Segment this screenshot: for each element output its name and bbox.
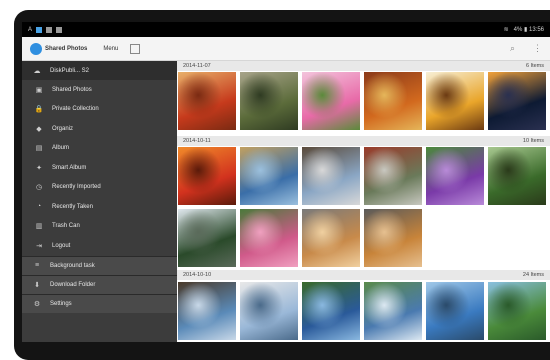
photo-thumbnail-lake-statue[interactable] [239,146,299,206]
more-vert-icon[interactable]: ⋮ [533,43,542,54]
date-group-header[interactable]: 2014-10-10 24 Items [177,270,550,280]
gear-icon: ⚙ [33,300,41,308]
photo-thumbnail-green-hill[interactable] [487,281,547,341]
sidebar-item-label: Smart Album [52,164,87,171]
sidebar-item-organiz[interactable]: ◆ Organiz [22,119,177,139]
sidebar-item-label: DiskPubli... S2 [50,67,90,74]
photo-thumbnail-autumn-tree[interactable] [363,71,423,131]
app-icon [56,26,63,33]
photo-thumbnail-island-coast[interactable] [363,281,423,341]
photo-thumbnail-red-maple[interactable] [177,146,237,206]
photo-thumbnail-buddha-statue[interactable] [239,71,299,131]
photo-thumbnail-blue-lake[interactable] [425,281,485,341]
sidebar-item-smart-album[interactable]: ✦ Smart Album [22,158,177,178]
group-count: 6 Items [525,63,544,69]
clock-icon: ◔ [36,203,42,211]
sidebar-item-trash-can[interactable]: ▥ Trash Can [22,217,177,237]
sidebar-item-label: Logout [52,242,71,249]
photo-thumbnail-pine-tree[interactable] [177,208,237,268]
sidebar-item-diskpubli-s2[interactable]: ☁ DiskPubli... S2 [22,61,177,80]
status-right-text: 4% ▮ 13:56 [513,27,544,33]
group-date: 2014-10-11 [183,138,211,144]
app-logo-icon[interactable] [30,42,42,55]
photo-thumbnail-sea-bare-tree[interactable] [177,281,237,341]
photo-thumbnail-purple-flowers[interactable] [425,146,485,206]
lock-icon: 🔒 [34,106,44,114]
smart-album-icon: ✦ [36,164,42,172]
sidebar-item-label: Settings [50,300,72,307]
sidebar-item-private-collection[interactable]: 🔒 Private Collection [22,100,177,120]
album-icon: ▤ [35,145,43,153]
photo-icon: ▣ [35,86,43,94]
photo-thumbnail-ferry-boat[interactable] [239,281,299,341]
sidebar-item-label: Album [52,145,70,152]
status-bar: A ≋ 4% ▮ 13:56 [22,22,550,37]
group-count: 10 Items [522,138,544,144]
photo-thumbnail-shrine-gate[interactable] [363,146,423,206]
sidebar-item-label: Private Collection [52,106,99,113]
sidebar-item-label: Download Folder [50,281,96,288]
date-group-header[interactable]: 2014-11-07 6 Items [177,61,550,71]
sidebar-item-recently-imported[interactable]: ◷ Recently Imported [22,178,177,198]
photo-thumbnail-red-autumn-leaves[interactable] [177,71,237,131]
group-date: 2014-10-10 [183,272,212,278]
sidebar-item-label: Recently Imported [52,184,101,191]
group-count: 24 Items [522,272,544,278]
download-icon: ⬇ [34,281,40,289]
app-bar: Shared Photos Menu ⌕ ⋮ [22,37,550,61]
sidebar-item-settings[interactable]: ⚙ Settings [22,293,177,313]
group-date: 2014-11-07 [183,63,211,69]
sidebar-item-label: Background task [50,262,95,269]
sidebar-item-label: Trash Can [52,223,80,230]
photo-thumbnail-japanese-house[interactable] [301,146,361,206]
photo-thumbnail-pink-garden-flowers[interactable] [239,208,299,268]
task-icon: ≡ [34,262,40,269]
sidebar-item-label: Shared Photos [52,86,92,93]
folder-icon: ◆ [36,125,42,133]
import-icon: ◷ [35,184,43,192]
photo-thumbnail-shiba-dog[interactable] [301,208,361,268]
photo-thumbnail-pink-flowers[interactable] [301,71,361,131]
sidebar-item-logout[interactable]: ⇥ Logout [22,236,177,256]
sidebar-item-shared-photos[interactable]: ▣ Shared Photos [22,80,177,100]
sidebar-item-label: Recently Taken [52,203,93,210]
wifi-icon: ≋ [503,27,509,33]
sidebar-item-background-task[interactable]: ≡ Background task [22,255,177,275]
photo-thumbnail-beer-glass[interactable] [425,71,485,131]
select-mode-icon[interactable] [130,43,141,54]
sidebar-item-label: Organiz [52,125,74,132]
logout-icon: ⇥ [36,242,42,250]
search-icon[interactable]: ⌕ [510,43,515,54]
screen: A ≋ 4% ▮ 13:56 Shared Photos Menu ⌕ ⋮ ☁ D… [22,22,550,342]
date-group-header[interactable]: 2014-10-11 10 Items [177,136,550,146]
sidebar: ☁ DiskPubli... S2 ▣ Shared Photos 🔒 Private C… [22,61,177,342]
notification-icon [36,26,43,33]
sidebar-item-album[interactable]: ▤ Album [22,139,177,159]
sidebar-item-download-folder[interactable]: ⬇ Download Folder [22,274,177,294]
sidebar-item-recently-taken[interactable]: ◔ Recently Taken [22,197,177,217]
cloud-icon: ☁ [33,67,41,75]
photo-thumbnail-green-tree[interactable] [487,146,547,206]
menu-button[interactable]: Menu [103,46,118,52]
photo-thumbnail-night-tower[interactable] [487,71,547,131]
photo-grid: 2014-11-07 6 Items 2014-10-11 10 Items 2014-… [177,61,550,342]
app-title[interactable]: Shared Photos [45,46,87,52]
photo-thumbnail-island-sea[interactable] [301,281,361,341]
alert-icon: A [28,26,33,33]
photo-thumbnail-shiba-dog-sitting[interactable] [363,208,423,268]
media-icon [46,26,53,33]
trash-icon: ▥ [35,223,43,231]
